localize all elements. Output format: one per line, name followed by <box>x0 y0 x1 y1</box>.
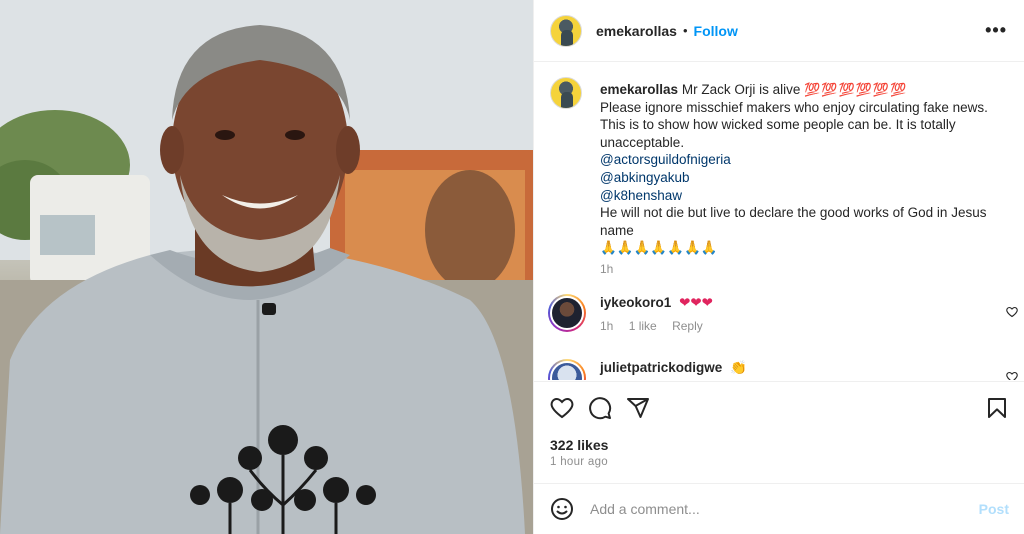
comment-input[interactable] <box>590 501 950 517</box>
reply-button[interactable]: Reply <box>672 319 703 333</box>
commenter-avatar[interactable] <box>548 294 586 332</box>
author-username[interactable]: emekarollas <box>596 23 677 39</box>
add-comment-bar: Post <box>534 483 1024 534</box>
bookmark-icon[interactable] <box>985 396 1009 420</box>
instagram-post: emekarollas • Follow ••• emekarollas Mr … <box>0 0 1024 534</box>
caption-username[interactable]: emekarollas <box>600 82 678 97</box>
hundred-emoji: 💯💯💯💯💯💯 <box>804 82 908 97</box>
commenter-avatar[interactable] <box>548 359 586 380</box>
mention-actorsguild[interactable]: @actorsguildofnigeria <box>600 151 1010 169</box>
comment-heart-icon[interactable] <box>1006 371 1018 380</box>
author-avatar[interactable] <box>550 14 582 47</box>
comment-text: 👏 <box>730 360 747 375</box>
prayer-emoji: 🙏🙏🙏🙏🙏🙏🙏 <box>600 240 718 256</box>
comment-likes[interactable]: 1 like <box>629 319 657 333</box>
caption-line: Please ignore misschief makers who enjoy… <box>600 99 988 115</box>
commenter-username[interactable]: iykeokoro1 <box>600 295 671 310</box>
comments-section[interactable]: emekarollas Mr Zack Orji is alive 💯💯💯💯💯💯… <box>534 63 1024 380</box>
follow-button[interactable]: Follow <box>694 23 738 39</box>
post-panel: emekarollas • Follow ••• emekarollas Mr … <box>533 0 1024 534</box>
portrait-illustration <box>0 0 533 534</box>
post-time: 1 hour ago <box>550 456 608 468</box>
post-comment-button[interactable]: Post <box>979 501 1009 517</box>
caption-first-line: Mr Zack Orji is alive <box>681 82 801 97</box>
caption-avatar[interactable] <box>550 77 582 109</box>
comment-icon[interactable] <box>588 396 612 420</box>
more-options-icon[interactable]: ••• <box>985 21 1007 39</box>
comment-text: ❤❤❤ <box>679 295 713 310</box>
caption-text: emekarollas Mr Zack Orji is alive 💯💯💯💯💯💯… <box>600 81 1010 279</box>
post-actions: 322 likes 1 hour ago <box>534 381 1024 483</box>
heart-icon[interactable] <box>550 396 574 420</box>
commenter-username[interactable]: julietpatrickodigwe <box>600 360 722 375</box>
caption-time: 1h <box>600 261 614 276</box>
caption-closing: He will not die but live to declare the … <box>600 205 987 238</box>
comment-time: 1h <box>600 319 614 333</box>
likes-count[interactable]: 322 likes <box>550 437 608 453</box>
post-photo[interactable] <box>0 0 533 534</box>
mention-k8henshaw[interactable]: @k8henshaw <box>600 187 1010 205</box>
caption-line: This is to show how wicked some people c… <box>600 117 956 150</box>
share-icon[interactable] <box>626 396 650 420</box>
mention-abkingyakub[interactable]: @abkingyakub <box>600 169 1010 187</box>
smile-icon[interactable] <box>550 497 574 521</box>
comment-heart-icon[interactable] <box>1006 306 1018 318</box>
separator-dot: • <box>682 23 688 38</box>
post-header: emekarollas • Follow ••• <box>534 0 1024 62</box>
